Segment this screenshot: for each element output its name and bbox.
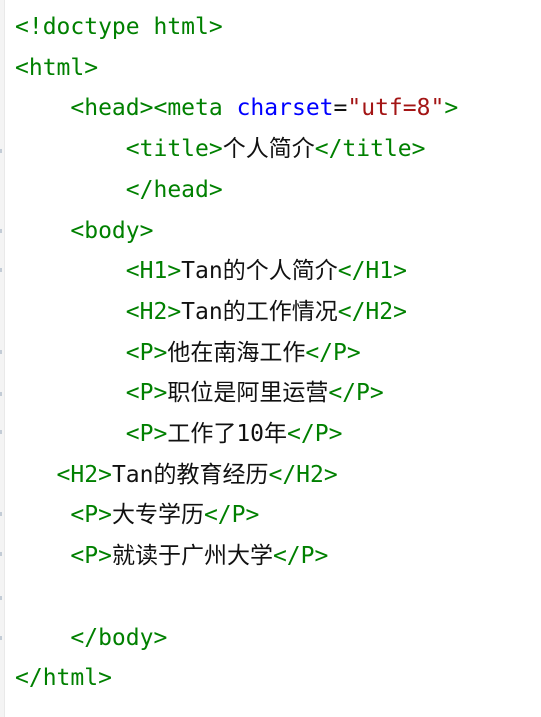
code-token-tag: <P> [125, 380, 168, 407]
code-line-body-close[interactable]: </body> [15, 618, 167, 659]
code-token-tag: </H2> [268, 461, 338, 488]
code-token-tag: <H2> [125, 298, 182, 325]
code-token-text: 职位是阿里运营 [167, 380, 329, 407]
code-token-tag: <P> [70, 543, 112, 570]
code-token-tag: </P> [203, 502, 260, 529]
code-token-text: Tan的个人简介 [181, 258, 338, 285]
fold-marker-icon [0, 268, 2, 272]
code-line-html-open[interactable]: <html> [15, 48, 98, 89]
code-line-p-years[interactable]: <P>工作了10年</P> [15, 414, 343, 455]
code-token-text: 大专学历 [111, 502, 204, 529]
code-token-text: = [333, 95, 348, 122]
fold-marker-icon [0, 229, 2, 233]
code-token-text: Tan的教育经历 [111, 461, 269, 488]
fold-marker-icon [0, 149, 2, 153]
code-token-tag: </P> [328, 380, 384, 407]
code-token-tag: <head> [70, 95, 154, 122]
code-line-body-open[interactable]: <body> [15, 211, 153, 252]
code-token-tag: <P> [70, 502, 112, 529]
code-line-h1-intro[interactable]: <H1>Tan的个人简介</H1> [15, 251, 407, 292]
code-line-p-position[interactable]: <P>职位是阿里运营</P> [15, 373, 384, 414]
code-token-tag: > [444, 95, 459, 122]
code-line-h2-work[interactable]: <H2>Tan的工作情况</H2> [15, 292, 407, 333]
code-token-text: 工作了10年 [167, 421, 288, 447]
code-token-tag: </P> [272, 543, 329, 570]
code-token-tag: <P> [125, 339, 168, 366]
code-token-tag: </H2> [337, 298, 407, 325]
code-token-tag: <H1> [125, 258, 182, 285]
code-token-tag: </P> [305, 339, 361, 366]
code-line-h2-education[interactable]: <H2>Tan的教育经历</H2> [15, 455, 338, 496]
code-token-text: Tan的工作情况 [181, 298, 338, 325]
code-token-tag: </P> [287, 421, 343, 447]
editor-gutter [0, 0, 5, 717]
code-token-text: 个人简介 [222, 136, 315, 163]
code-token-tag: <P> [125, 421, 168, 447]
code-token-attr: charset [236, 95, 334, 122]
code-token-tag: <html> [15, 54, 99, 81]
code-line-p-location[interactable]: <P>他在南海工作</P> [15, 333, 361, 374]
code-line-head-close[interactable]: </head> [15, 170, 223, 211]
code-token-tag: </H1> [337, 258, 407, 285]
code-line-doctype[interactable]: <!doctype html> [15, 7, 223, 48]
fold-marker-icon [0, 430, 2, 434]
code-token-tag: </body> [70, 624, 168, 651]
code-editor[interactable]: <!doctype html> <html> <head><meta charse… [0, 0, 541, 717]
code-token-tag: </html> [15, 665, 112, 692]
code-token-tag: <meta [153, 95, 237, 122]
code-token-text: 就读于广州大学 [111, 543, 273, 570]
fold-marker-icon [0, 636, 2, 640]
code-line-head-meta[interactable]: <head><meta charset="utf=8"> [15, 88, 458, 129]
code-token-tag: <body> [70, 217, 154, 244]
code-line-p-school[interactable]: <P>就读于广州大学</P> [15, 536, 328, 577]
code-line-title[interactable]: <title>个人简介</title> [15, 129, 426, 170]
fold-marker-icon [0, 552, 2, 556]
code-token-tag: <title> [125, 136, 223, 163]
code-line-p-degree[interactable]: <P>大专学历</P> [15, 495, 259, 536]
code-token-str: "utf=8" [347, 95, 445, 122]
code-token-tag: <H2> [56, 461, 112, 488]
code-token-text: 他在南海工作 [167, 339, 306, 366]
fold-marker-icon [0, 512, 2, 516]
fold-marker-icon [0, 350, 2, 354]
code-token-tag: </head> [125, 176, 223, 203]
code-token-tag: </title> [314, 136, 426, 163]
fold-marker-icon [0, 392, 2, 396]
code-token-tag: <!doctype html> [15, 14, 223, 40]
code-line-html-close[interactable]: </html> [15, 658, 112, 699]
fold-marker-icon [0, 596, 2, 600]
